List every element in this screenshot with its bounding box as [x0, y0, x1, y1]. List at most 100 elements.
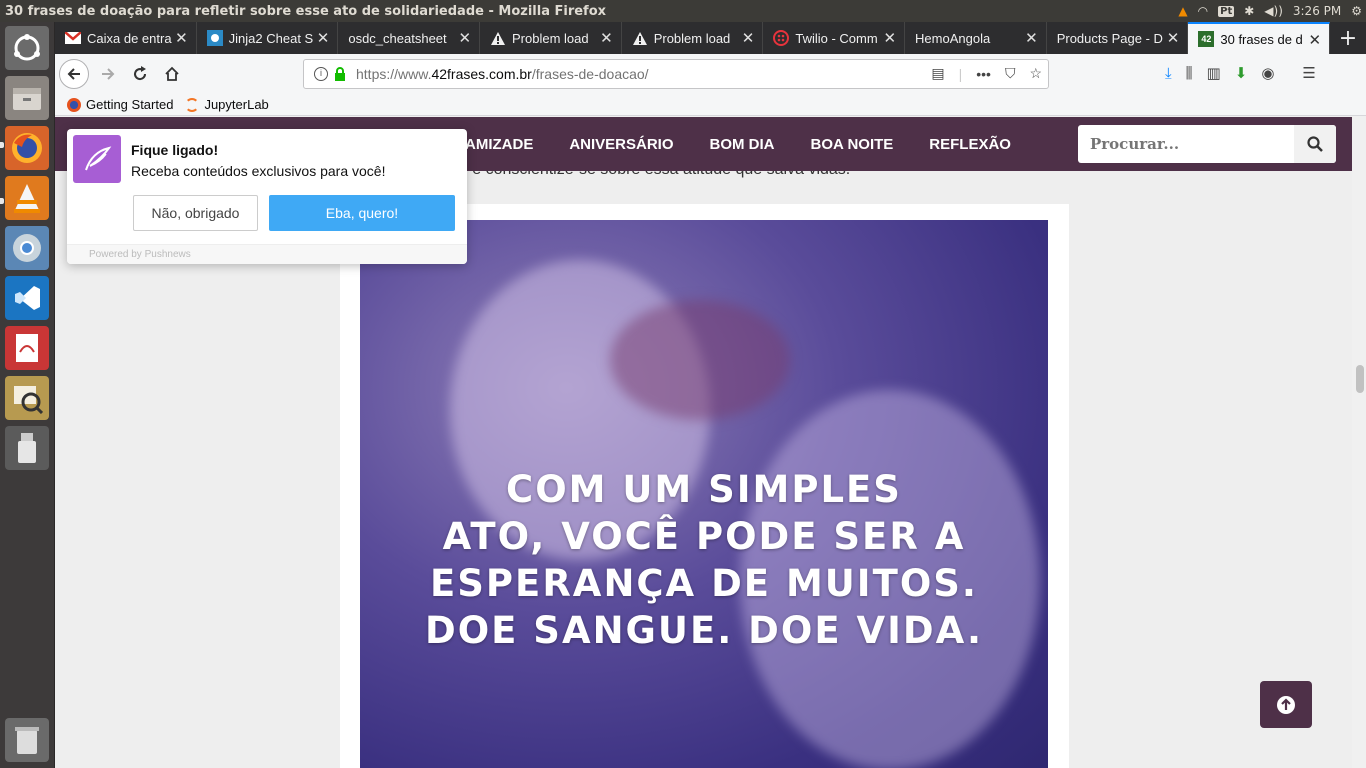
bluetooth-icon[interactable]: ✱ — [1244, 4, 1254, 18]
files-icon[interactable] — [5, 76, 49, 120]
chrome-icon[interactable] — [5, 226, 49, 270]
vlc-icon[interactable] — [5, 176, 49, 220]
arrow-up-icon — [1277, 695, 1295, 714]
browser-tab[interactable]: Products Page - D ✕ — [1047, 22, 1189, 54]
popup-text: Receba conteúdos exclusivos para você! — [131, 163, 386, 179]
tab-label: Jinja2 Cheat S — [228, 30, 314, 46]
menu-item-bom-dia[interactable]: BOM DIA — [710, 136, 775, 153]
quote-line: ATO, VOCÊ PODE SER A — [442, 515, 966, 558]
browser-tab[interactable]: Caixa de entra ✕ — [55, 22, 197, 54]
quote-line: COM UM SIMPLES — [506, 468, 902, 511]
url-text[interactable]: https://www.42frases.com.br/frases-de-do… — [356, 66, 649, 82]
accept-button[interactable]: Eba, quero! — [269, 195, 455, 231]
browser-tab[interactable]: Jinja2 Cheat S ✕ — [197, 22, 339, 54]
menu-item-amizade[interactable]: AMIZADE — [465, 136, 533, 153]
bookmark-label: JupyterLab — [204, 97, 269, 112]
home-button[interactable] — [157, 59, 187, 89]
close-tab-icon[interactable]: ✕ — [1025, 29, 1038, 47]
site-menu: AMIZADE ANIVERSÁRIO BOM DIA BOA NOITE RE… — [465, 117, 1011, 171]
reload-button[interactable] — [125, 59, 155, 89]
ubuntu-dash-icon[interactable] — [5, 26, 49, 70]
bookmark-star-icon[interactable]: ☆ — [1029, 65, 1042, 82]
lock-icon[interactable] — [334, 67, 346, 81]
trash-icon[interactable] — [5, 718, 49, 762]
tab-label: Caixa de entra — [87, 30, 172, 46]
sidebar-icon[interactable]: ▥ — [1207, 64, 1221, 82]
extension-download-icon[interactable]: ⬇ — [1235, 64, 1248, 82]
close-tab-icon[interactable]: ✕ — [1167, 29, 1180, 47]
close-tab-icon[interactable]: ✕ — [175, 29, 188, 47]
site-search — [1078, 125, 1336, 163]
browser-tab[interactable]: osdc_cheatsheet ✕ — [338, 22, 481, 54]
pocket-icon[interactable]: ⛉ — [1005, 65, 1016, 82]
usb-drive-icon[interactable] — [5, 426, 49, 470]
search-button[interactable] — [1294, 125, 1336, 163]
bookmark-getting-started[interactable]: Getting Started — [67, 97, 173, 112]
jupyter-icon — [185, 97, 200, 112]
pushnews-feather-icon — [73, 135, 121, 183]
warning-icon — [632, 30, 648, 46]
popup-title: Fique ligado! — [131, 142, 219, 158]
site-42-icon: 42 — [1198, 31, 1215, 47]
close-tab-icon[interactable]: ✕ — [742, 29, 755, 47]
bookmark-jupyterlab[interactable]: JupyterLab — [185, 97, 269, 112]
search-icon — [1307, 136, 1323, 152]
close-tab-icon[interactable]: ✕ — [883, 29, 896, 47]
hero-quote: COM UM SIMPLES ATO, VOCÊ PODE SER A ESPE… — [360, 466, 1048, 654]
browser-tab[interactable]: Twilio - Comm ✕ — [763, 22, 906, 54]
menu-item-aniversario[interactable]: ANIVERSÁRIO — [569, 136, 673, 153]
bookmark-label: Getting Started — [86, 97, 174, 112]
keyboard-layout-indicator[interactable]: Pt — [1218, 5, 1235, 17]
bookmarks-toolbar: Getting Started JupyterLab — [55, 94, 1366, 116]
tab-label: osdc_cheatsheet — [348, 30, 447, 46]
close-tab-icon[interactable]: ✕ — [317, 29, 330, 47]
gmail-icon — [65, 30, 81, 46]
new-tab-button[interactable]: + — [1330, 22, 1366, 54]
window-title: 30 frases de doação para refletir sobre … — [5, 3, 607, 19]
page-scrollbar[interactable] — [1352, 117, 1366, 768]
tab-label: HemoAngola — [915, 30, 991, 46]
page-actions-icon[interactable]: ••• — [976, 66, 991, 82]
downloads-icon[interactable]: ⤓ — [1165, 64, 1172, 82]
volume-icon[interactable]: ◀)) — [1264, 4, 1283, 18]
wifi-icon[interactable]: ◠ — [1198, 4, 1208, 18]
system-tray: ▲ ◠ Pt ✱ ◀)) 3:26 PM ⚙ — [1178, 0, 1362, 22]
clock[interactable]: 3:26 PM — [1293, 4, 1341, 18]
close-tab-icon[interactable]: ✕ — [600, 29, 613, 47]
reader-view-icon[interactable]: ▤ — [931, 65, 944, 82]
document-viewer-icon[interactable] — [5, 326, 49, 370]
menu-hamburger-icon[interactable]: ☰ — [1302, 64, 1315, 82]
browser-tab[interactable]: HemoAngola ✕ — [905, 22, 1047, 54]
search-input[interactable] — [1078, 125, 1294, 163]
os-top-panel: 30 frases de doação para refletir sobre … — [0, 0, 1366, 22]
browser-tab-strip: Caixa de entra ✕ Jinja2 Cheat S ✕ osdc_c… — [55, 22, 1366, 54]
browser-tab-active[interactable]: 42 30 frases de d ✕ — [1188, 22, 1331, 54]
twilio-icon — [773, 30, 790, 46]
vlc-tray-icon[interactable]: ▲ — [1178, 4, 1187, 18]
settings-gear-icon[interactable]: ⚙ — [1351, 4, 1362, 18]
site-info-icon[interactable]: i — [314, 67, 328, 81]
menu-item-reflexao[interactable]: REFLEXÃO — [929, 136, 1011, 153]
library-icon[interactable]: ⫼ — [1186, 64, 1193, 82]
menu-item-boa-noite[interactable]: BOA NOITE — [811, 136, 894, 153]
back-to-top-button[interactable] — [1260, 681, 1312, 728]
hero-image: COM UM SIMPLES ATO, VOCÊ PODE SER A ESPE… — [360, 220, 1048, 768]
decline-button[interactable]: Não, obrigado — [133, 195, 258, 231]
jinja-icon — [206, 30, 223, 46]
image-viewer-icon[interactable] — [5, 376, 49, 420]
powered-by[interactable]: Powered by Pushnews — [67, 244, 467, 264]
extension-eye-icon[interactable]: ◉ — [1261, 64, 1274, 82]
navigation-toolbar: i https://www.42frases.com.br/frases-de-… — [55, 54, 1366, 94]
tab-label: 30 frases de d — [1220, 31, 1303, 47]
scrollbar-thumb[interactable] — [1356, 365, 1364, 393]
vscode-icon[interactable] — [5, 276, 49, 320]
back-button[interactable] — [59, 59, 89, 89]
close-tab-icon[interactable]: ✕ — [458, 29, 471, 47]
browser-tab[interactable]: Problem load ✕ — [480, 22, 622, 54]
firefox-icon[interactable] — [5, 126, 49, 170]
close-tab-icon[interactable]: ✕ — [1308, 31, 1321, 49]
forward-button[interactable] — [93, 59, 123, 89]
url-bar[interactable]: i https://www.42frases.com.br/frases-de-… — [303, 59, 1049, 89]
quote-line: ESPERANÇA DE MUITOS. — [430, 562, 978, 605]
browser-tab[interactable]: Problem load ✕ — [622, 22, 764, 54]
